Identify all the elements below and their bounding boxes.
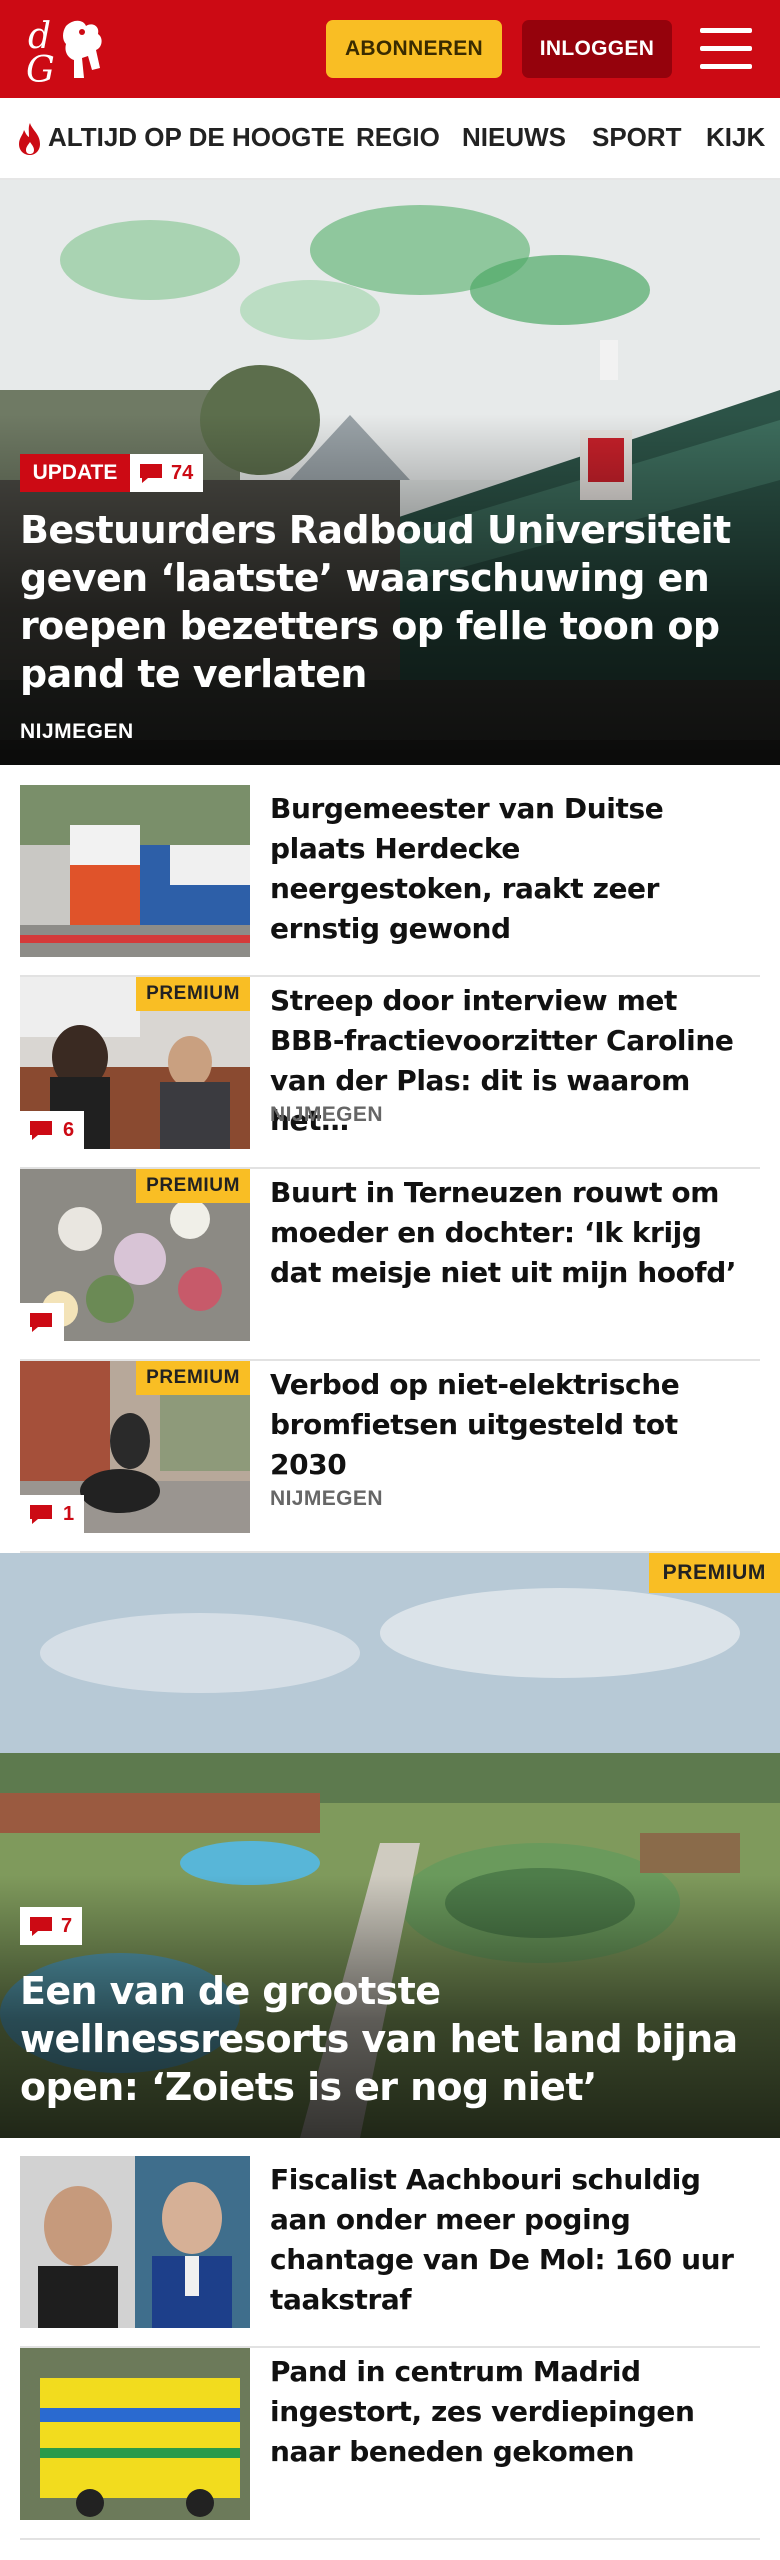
- article-title[interactable]: Pand in centrum Madrid ingestort, zes ve…: [270, 2352, 750, 2472]
- comment-count-badge[interactable]: 7: [20, 1907, 83, 1945]
- premium-badge: PREMIUM: [136, 1361, 250, 1395]
- comment-count: 7: [61, 1914, 73, 1937]
- list-item[interactable]: PREMIUM 6 Streep door interview met BBB-…: [20, 977, 760, 1169]
- section-nav: ALTIJD OP DE HOOGTE REGIO NIEUWS SPORT K…: [0, 98, 780, 180]
- article-title[interactable]: Verbod op niet-elektrische bromfietsen u…: [270, 1365, 750, 1485]
- nav-item-altijd-op-de-hoogte[interactable]: ALTIJD OP DE HOOGTE: [48, 122, 345, 153]
- nav-item-nieuws[interactable]: NIEUWS: [462, 122, 566, 153]
- svg-text:G: G: [26, 50, 55, 86]
- comment-count: 1: [63, 1502, 75, 1525]
- thumbnail: PREMIUM: [20, 1169, 250, 1341]
- hero-city: NIJMEGEN: [20, 720, 134, 743]
- list-item[interactable]: PREMIUM 1 Verbod op niet-elektrische bro…: [20, 1361, 760, 1553]
- comment-count-badge[interactable]: [20, 1303, 64, 1341]
- comment-count: 6: [63, 1118, 75, 1141]
- subscribe-button[interactable]: ABONNEREN: [326, 20, 502, 78]
- logo[interactable]: d G: [22, 12, 114, 86]
- comment-icon: [30, 1505, 52, 1524]
- premium-badge: PREMIUM: [648, 1553, 780, 1593]
- premium-badge: PREMIUM: [136, 1169, 250, 1203]
- thumbnail: [20, 2348, 250, 2520]
- hero-article-wellness[interactable]: PREMIUM 7 Een van de grootste wellnessre…: [0, 1553, 780, 2138]
- flame-icon: [19, 123, 40, 155]
- comment-icon: [30, 1917, 52, 1936]
- comment-count-badge[interactable]: 1: [20, 1495, 85, 1533]
- comment-count-badge[interactable]: 74: [130, 454, 204, 492]
- comment-icon: [140, 464, 162, 483]
- article-city: NIJMEGEN: [270, 1103, 383, 1126]
- comment-count-badge[interactable]: 6: [20, 1111, 85, 1149]
- hamburger-icon[interactable]: [700, 28, 752, 70]
- list-item[interactable]: Fiscalist Aachbouri schuldig aan onder m…: [20, 2156, 760, 2348]
- update-badge: UPDATE: [20, 454, 130, 492]
- comment-icon: [30, 1313, 52, 1332]
- premium-badge: PREMIUM: [136, 977, 250, 1011]
- list-item[interactable]: Pand in centrum Madrid ingestort, zes ve…: [20, 2348, 760, 2540]
- article-city: NIJMEGEN: [270, 1487, 383, 1510]
- top-bar: d G ABONNEREN INLOGGEN: [0, 0, 780, 98]
- comment-count: 74: [171, 461, 194, 484]
- hero-title[interactable]: Bestuurders Radboud Universiteit geven ‘…: [20, 506, 760, 698]
- comment-icon: [30, 1121, 52, 1140]
- article-title[interactable]: Fiscalist Aachbouri schuldig aan onder m…: [270, 2160, 750, 2320]
- list-item[interactable]: PREMIUM Buurt in Terneuzen rouwt om moed…: [20, 1169, 760, 1361]
- nav-item-sport[interactable]: SPORT: [592, 122, 682, 153]
- list-item[interactable]: Burgemeester van Duitse plaats Herdecke …: [20, 785, 760, 977]
- login-button[interactable]: INLOGGEN: [522, 20, 672, 78]
- article-title[interactable]: Buurt in Terneuzen rouwt om moeder en do…: [270, 1173, 750, 1293]
- thumbnail: PREMIUM 6: [20, 977, 250, 1149]
- nav-item-kijk[interactable]: KIJK: [706, 122, 765, 153]
- thumbnail: [20, 785, 250, 957]
- thumbnail: PREMIUM 1: [20, 1361, 250, 1533]
- thumbnail: [20, 2156, 250, 2328]
- article-title[interactable]: Burgemeester van Duitse plaats Herdecke …: [270, 789, 750, 949]
- hero-article-radboud[interactable]: UPDATE 74 Bestuurders Radboud Universite…: [0, 180, 780, 765]
- nav-item-regio[interactable]: REGIO: [356, 122, 440, 153]
- hero-title[interactable]: Een van de grootste wellnessresorts van …: [20, 1967, 760, 2111]
